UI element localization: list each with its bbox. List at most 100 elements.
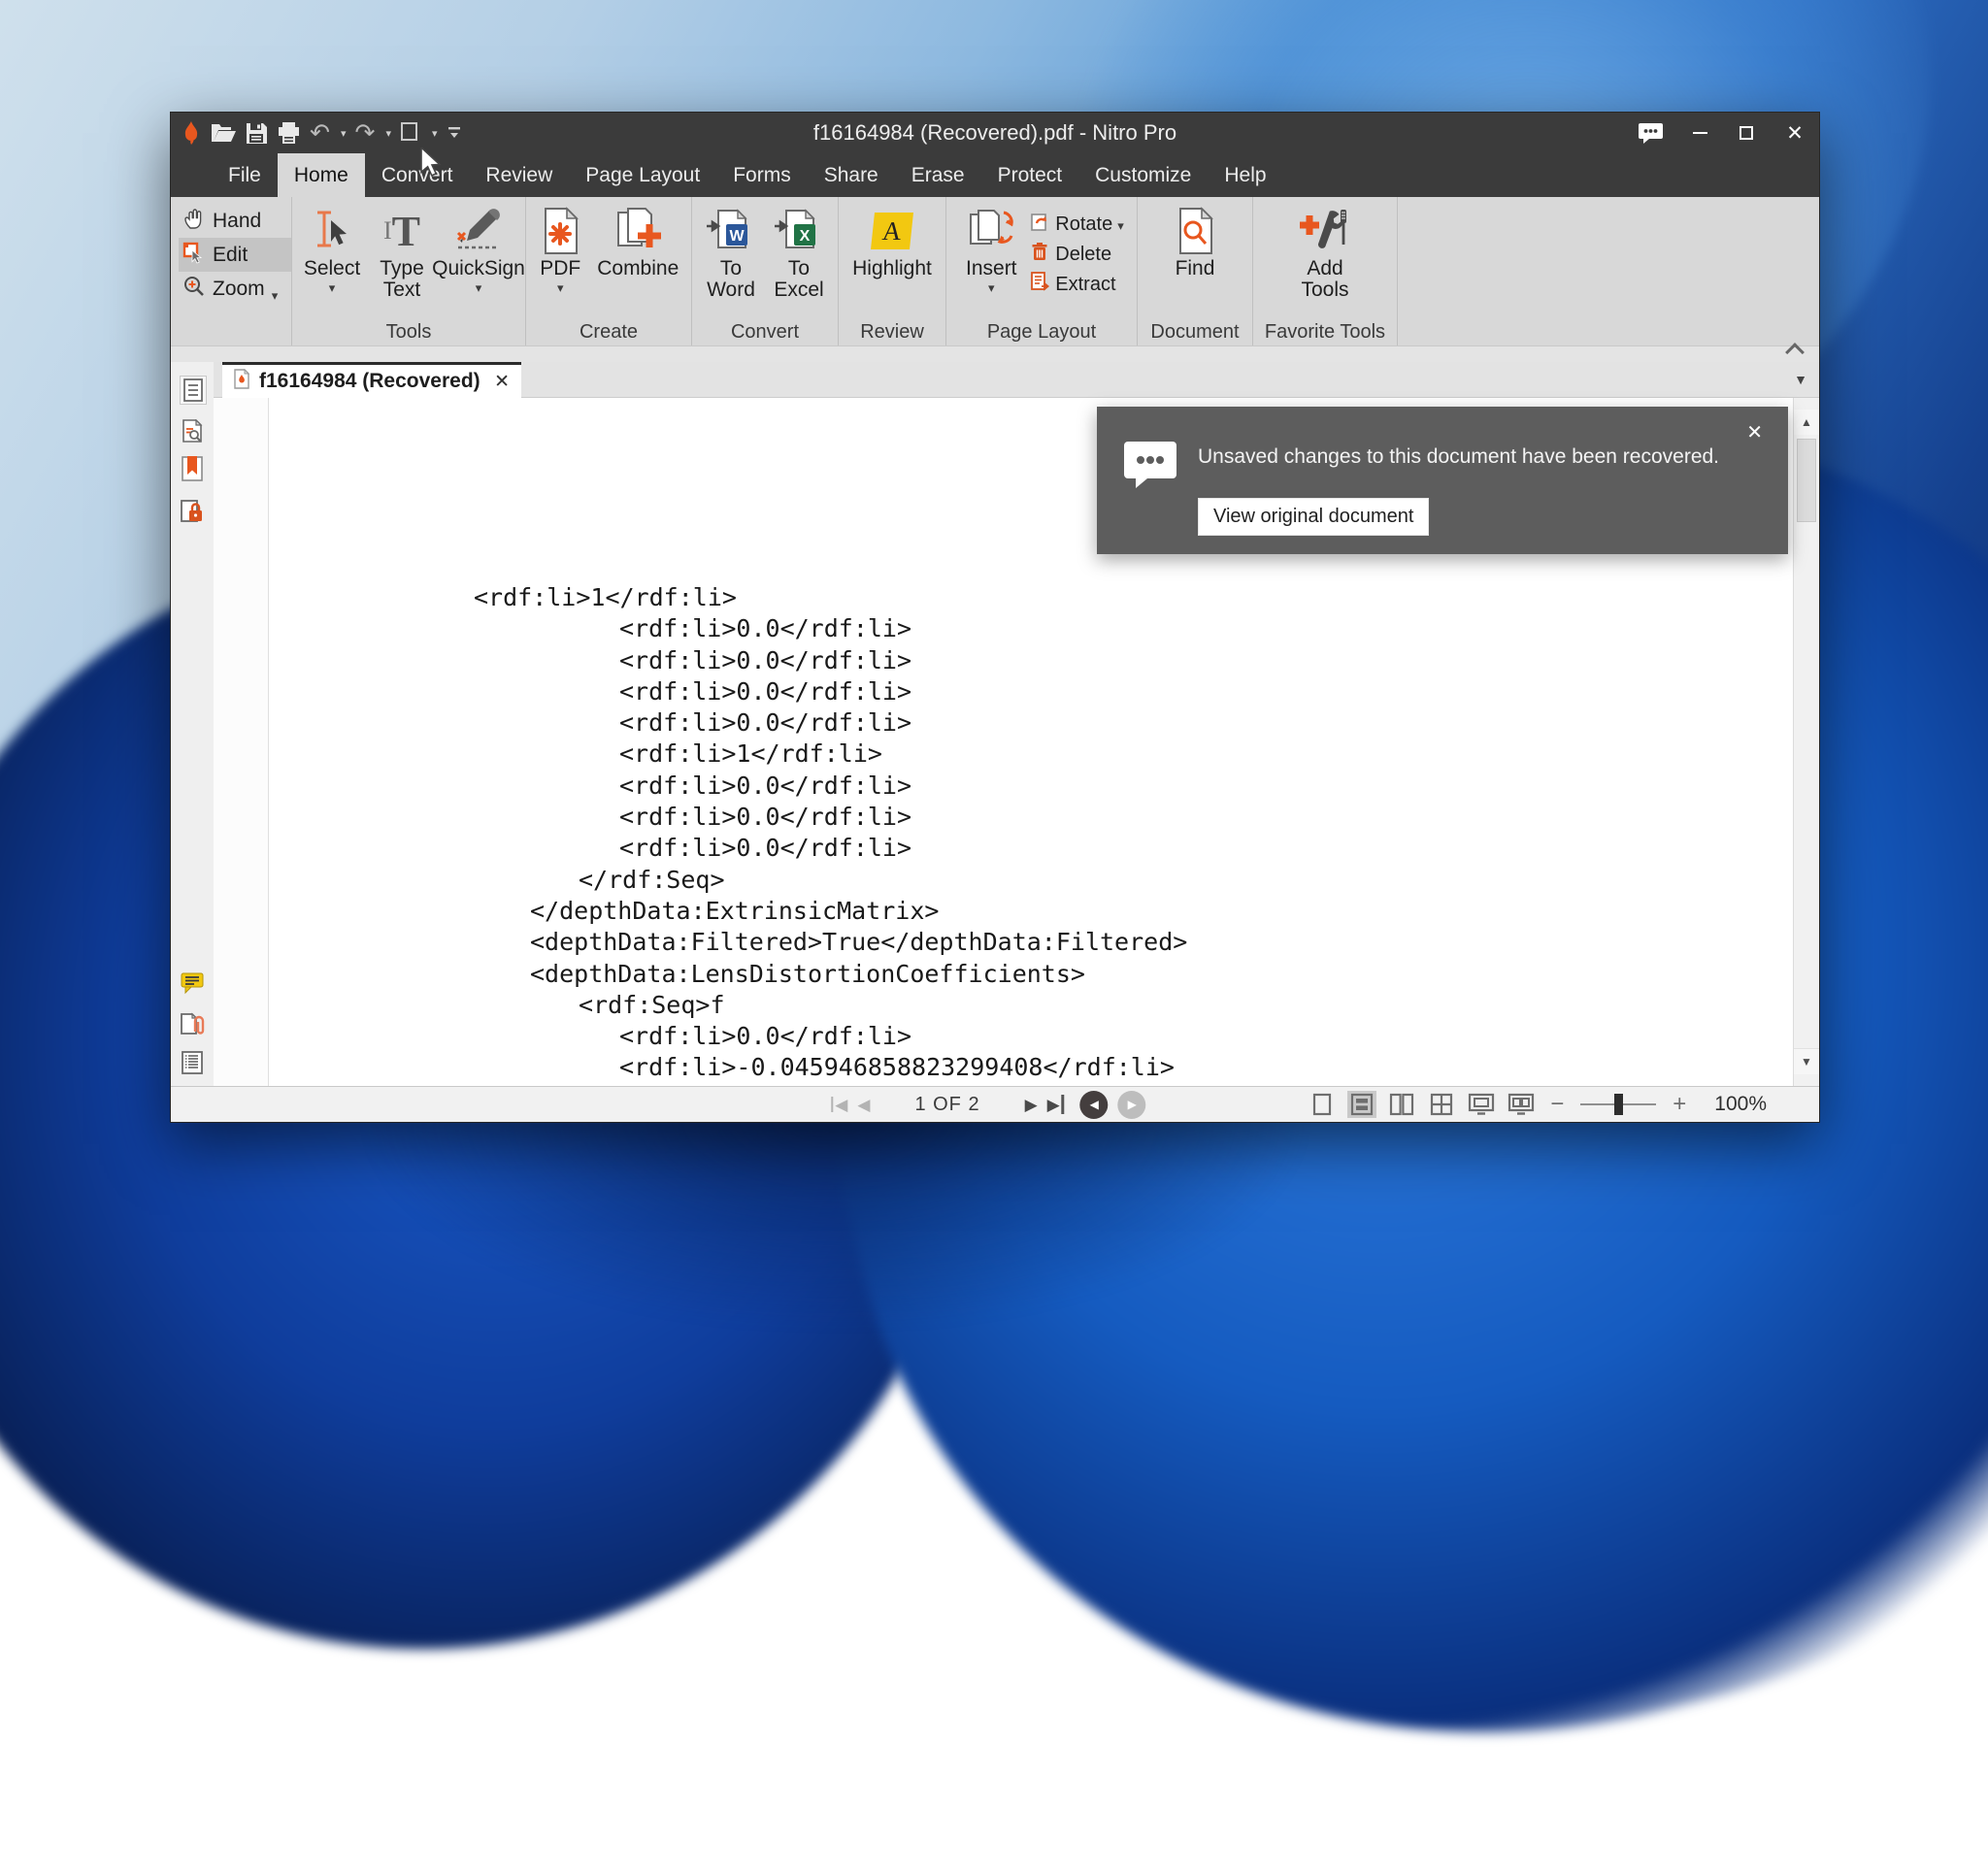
menu-item-customize[interactable]: Customize: [1078, 153, 1208, 197]
ribbon: Hand Edit Zoom: [171, 197, 1819, 362]
document-area: <rdf:li>1</rdf:li><rdf:li>0.0</rdf:li><r…: [214, 398, 1819, 1086]
close-button[interactable]: ✕: [1771, 113, 1819, 153]
scroll-down-icon[interactable]: ▼: [1794, 1048, 1819, 1074]
close-tab-icon[interactable]: ✕: [494, 371, 510, 393]
nitro-logo-icon: [181, 120, 202, 146]
menu-item-protect[interactable]: Protect: [981, 153, 1079, 197]
recovery-notification: Unsaved changes to this document have be…: [1097, 407, 1788, 554]
page-layout-small-buttons: Rotate Delete Extract: [1029, 204, 1123, 297]
next-page-button[interactable]: ▶: [1025, 1097, 1038, 1113]
quicksign-button[interactable]: QuickSign: [438, 204, 519, 293]
select-button[interactable]: Select: [298, 204, 366, 293]
menu-item-convert[interactable]: Convert: [365, 153, 470, 197]
redo-button[interactable]: ↷: [354, 118, 375, 148]
to-excel-button[interactable]: X To Excel: [766, 204, 832, 301]
vertical-scrollbar[interactable]: ▲ ▼: [1793, 398, 1819, 1086]
code-line: </rdf:Seq>: [214, 866, 1794, 897]
notification-close-icon[interactable]: ✕: [1746, 420, 1763, 444]
document-tab-label: f16164984 (Recovered): [259, 370, 480, 393]
menu-item-review[interactable]: Review: [469, 153, 569, 197]
select-tool-button[interactable]: [400, 121, 421, 145]
first-page-button[interactable]: ◀: [831, 1097, 847, 1113]
select-icon: [310, 204, 354, 258]
zoom-slider[interactable]: [1580, 1094, 1656, 1115]
tab-list-dropdown-icon[interactable]: ▼: [1794, 372, 1807, 387]
zoom-slider-handle[interactable]: [1614, 1094, 1623, 1115]
document-tab[interactable]: f16164984 (Recovered) ✕: [222, 362, 521, 398]
add-tools-button[interactable]: Add Tools: [1276, 204, 1374, 301]
pdf-button[interactable]: PDF: [532, 204, 589, 293]
code-line: <depthData:Filtered>True</depthData:Filt…: [214, 928, 1794, 959]
edit-tool-button[interactable]: Edit: [179, 238, 291, 272]
print-button[interactable]: [277, 121, 301, 145]
combine-label: Combine: [597, 258, 679, 279]
redo-dropdown-icon[interactable]: ▾: [385, 127, 391, 140]
menu-item-page-layout[interactable]: Page Layout: [569, 153, 716, 197]
notification-bubble-icon: [1122, 438, 1180, 493]
menu-item-erase[interactable]: Erase: [895, 153, 981, 197]
chevron-down-icon: [476, 279, 482, 293]
menu-item-home[interactable]: Home: [278, 153, 365, 197]
type-text-icon: IT: [383, 204, 420, 258]
extract-button[interactable]: Extract: [1029, 272, 1123, 297]
chevron-down-icon: [988, 279, 995, 293]
menu-item-share[interactable]: Share: [808, 153, 895, 197]
zoom-out-button[interactable]: −: [1550, 1093, 1564, 1116]
fullscreen-facing-view-button[interactable]: [1507, 1091, 1536, 1118]
single-page-view-button[interactable]: [1308, 1091, 1337, 1118]
combine-icon: [611, 204, 665, 258]
menu-item-help[interactable]: Help: [1208, 153, 1282, 197]
scroll-up-icon[interactable]: ▲: [1794, 410, 1819, 435]
menu-item-forms[interactable]: Forms: [716, 153, 808, 197]
maximize-button[interactable]: [1722, 113, 1771, 153]
select-tool-dropdown-icon[interactable]: ▾: [432, 127, 438, 140]
output-list-icon[interactable]: [180, 1049, 205, 1076]
highlight-label: Highlight: [852, 258, 932, 279]
fullscreen-single-view-button[interactable]: [1467, 1091, 1496, 1118]
attachments-icon[interactable]: [180, 1011, 205, 1038]
highlight-button[interactable]: A Highlight: [845, 204, 940, 279]
find-button[interactable]: Find: [1156, 204, 1234, 279]
group-label-page-layout: Page Layout: [946, 321, 1137, 346]
comments-icon[interactable]: [180, 969, 205, 997]
secure-document-icon[interactable]: [180, 498, 205, 525]
to-excel-icon: X: [773, 204, 825, 258]
quicksign-icon: [454, 204, 503, 258]
page-thumbnails-icon[interactable]: [180, 376, 207, 405]
previous-view-button[interactable]: ◀: [1080, 1091, 1109, 1119]
feedback-chat-icon[interactable]: [1623, 113, 1677, 153]
continuous-view-button[interactable]: [1347, 1091, 1376, 1118]
hand-tool-button[interactable]: Hand: [179, 204, 291, 238]
undo-dropdown-icon[interactable]: ▾: [341, 127, 347, 140]
customize-toolbar-button[interactable]: [447, 124, 462, 142]
previous-page-button[interactable]: ◀: [857, 1097, 870, 1113]
scrollbar-thumb[interactable]: [1797, 439, 1816, 522]
save-button[interactable]: [246, 122, 268, 145]
highlight-icon: A: [873, 204, 911, 258]
combine-button[interactable]: Combine: [591, 204, 686, 279]
pdf-file-icon: [234, 369, 249, 394]
document-text: <rdf:li>1</rdf:li><rdf:li>0.0</rdf:li><r…: [214, 583, 1794, 1085]
last-page-button[interactable]: ▶: [1047, 1095, 1065, 1114]
chevron-down-icon: [329, 279, 336, 293]
facing-pages-view-button[interactable]: [1387, 1091, 1416, 1118]
type-text-button[interactable]: IT Type Text: [368, 204, 436, 301]
open-file-button[interactable]: [211, 122, 237, 144]
minimize-button[interactable]: [1677, 113, 1722, 153]
zoom-tool-label: Zoom: [213, 278, 265, 301]
menu-item-file[interactable]: File: [212, 153, 278, 197]
zoom-in-button[interactable]: +: [1673, 1093, 1686, 1116]
to-word-icon: W: [705, 204, 757, 258]
grid-view-button[interactable]: [1427, 1091, 1456, 1118]
insert-button[interactable]: Insert: [959, 204, 1023, 293]
delete-button[interactable]: Delete: [1029, 242, 1123, 267]
view-original-document-button[interactable]: View original document: [1198, 498, 1429, 536]
ribbon-group-document: Find Document: [1138, 197, 1253, 346]
search-document-icon[interactable]: [180, 417, 205, 444]
zoom-tool-button[interactable]: Zoom: [179, 272, 291, 306]
rotate-button[interactable]: Rotate: [1029, 212, 1123, 237]
bookmarks-icon[interactable]: [180, 455, 205, 482]
undo-button[interactable]: ↶: [310, 118, 330, 148]
to-word-button[interactable]: W To Word: [698, 204, 764, 301]
next-view-button[interactable]: ▶: [1118, 1091, 1146, 1119]
